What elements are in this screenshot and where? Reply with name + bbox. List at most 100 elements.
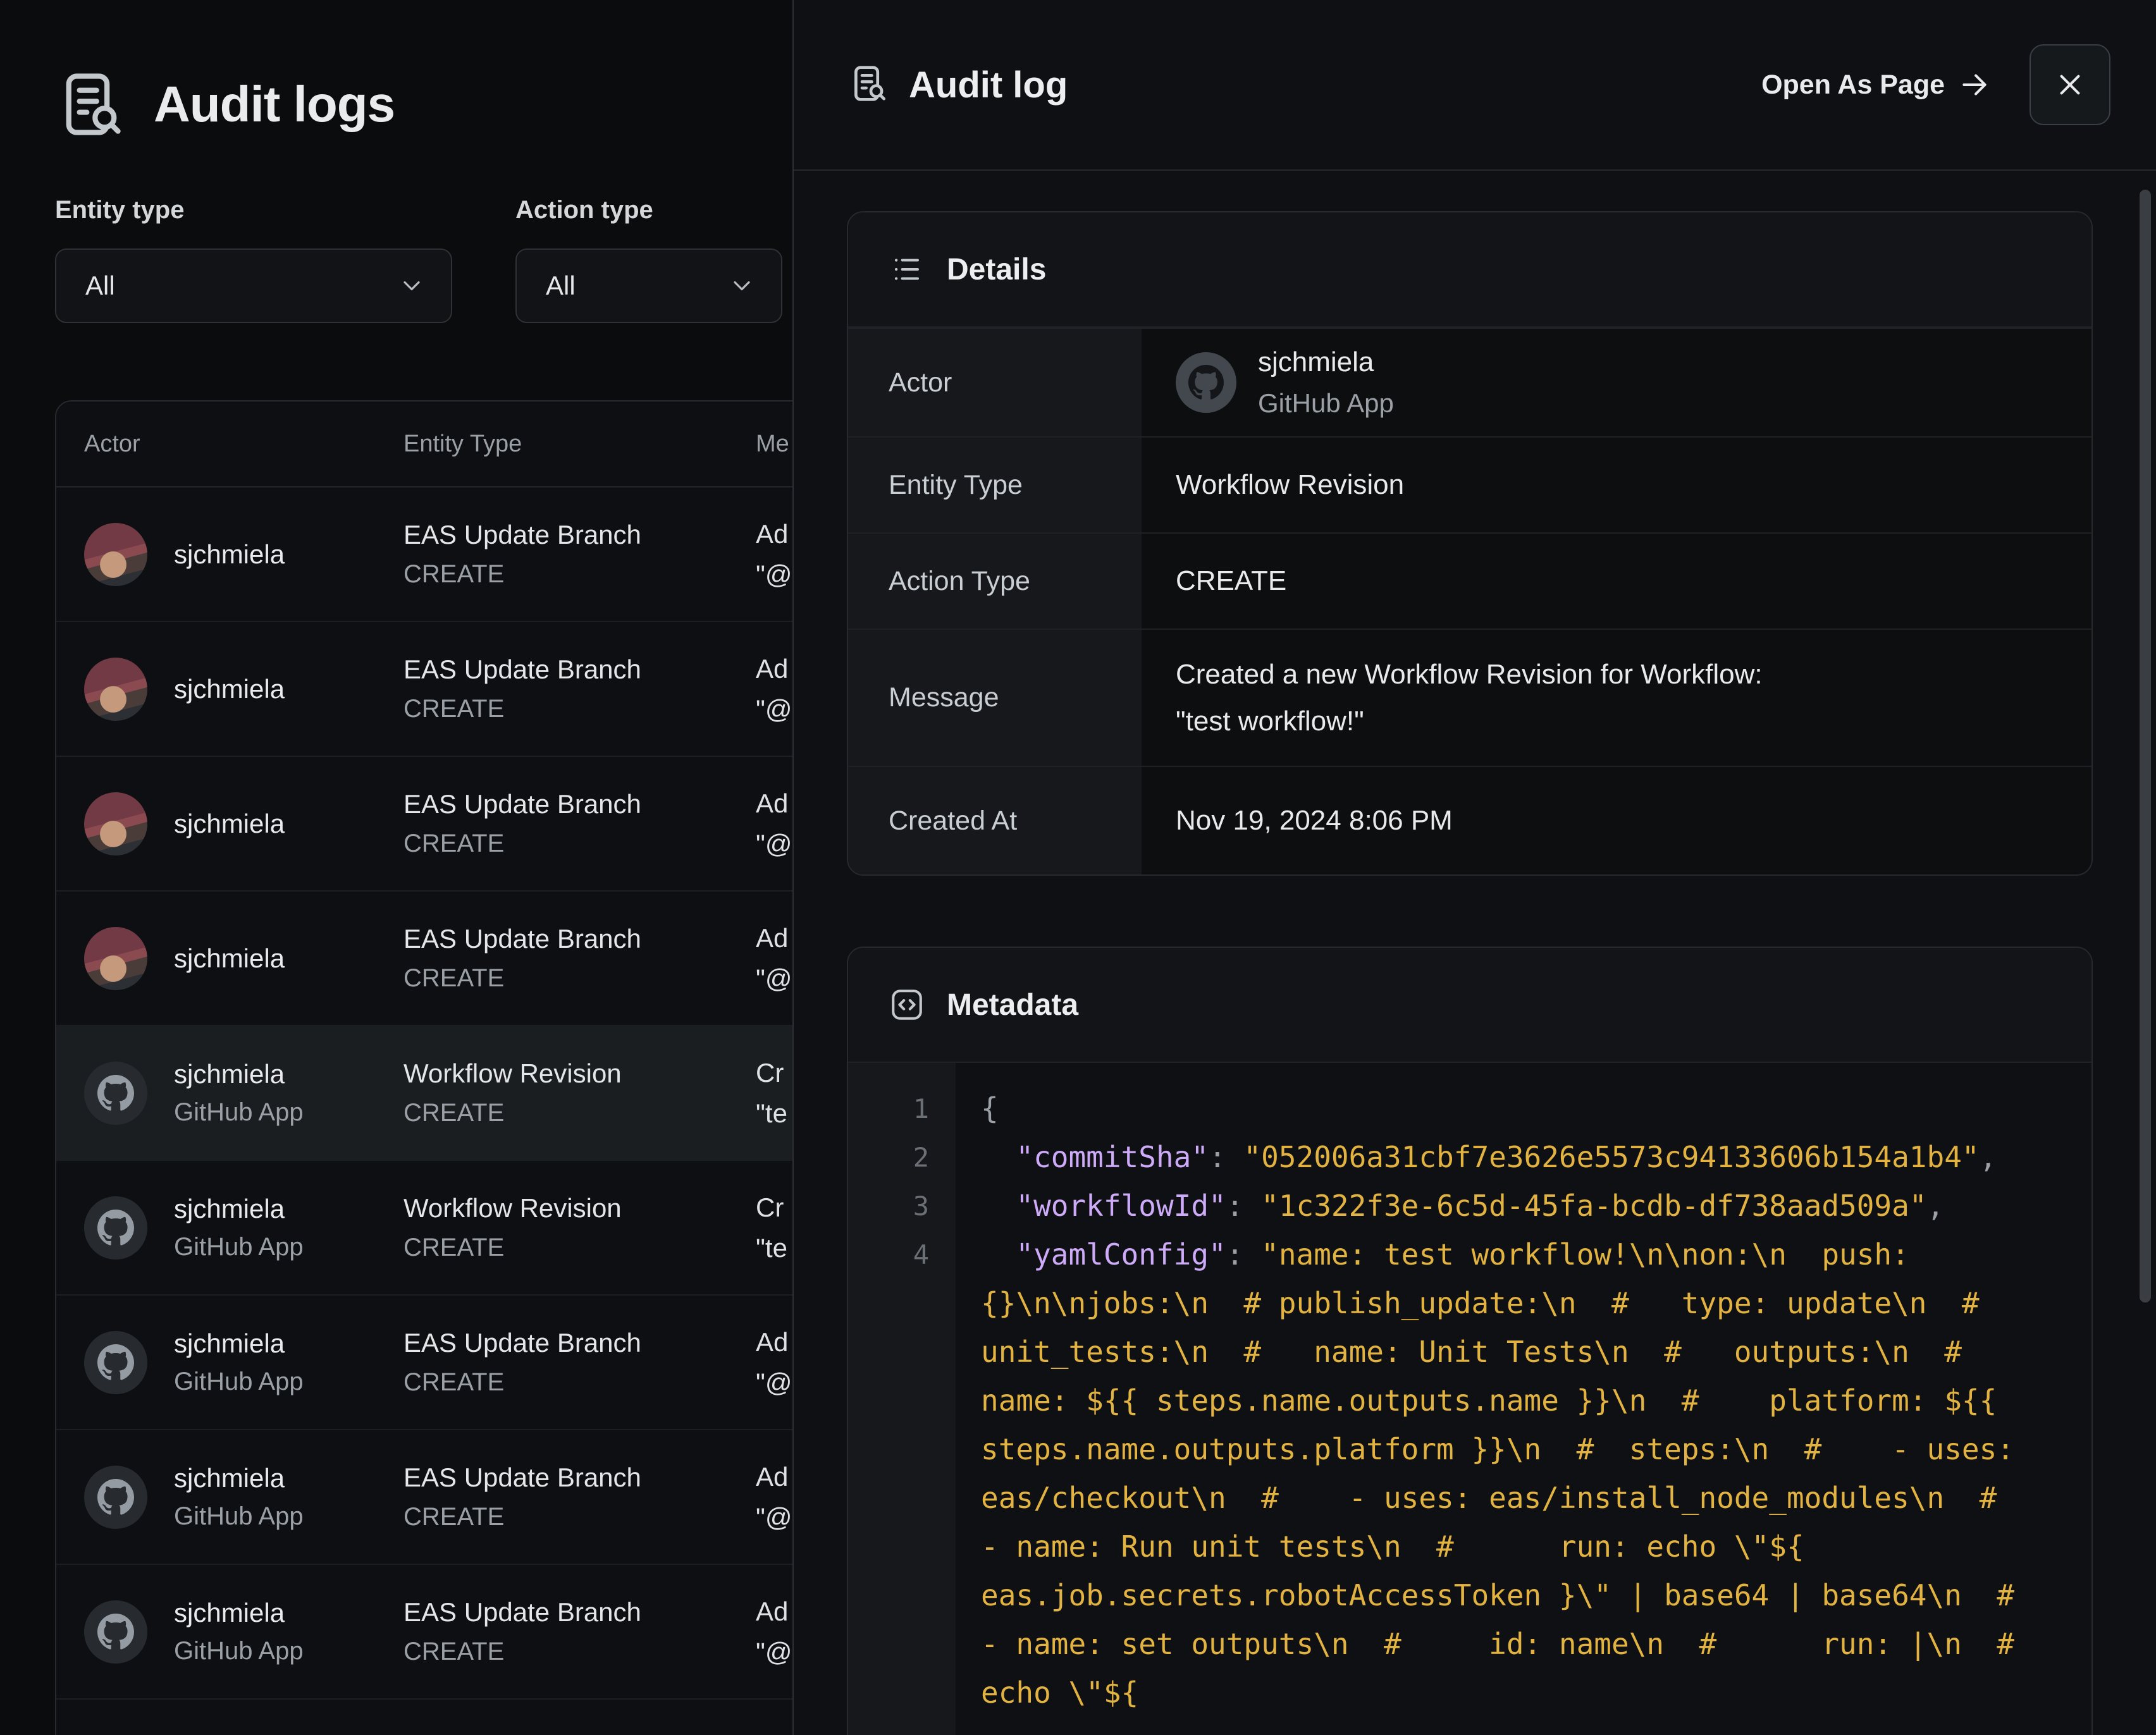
row-action-type: CREATE (403, 1099, 756, 1127)
row-action-type: CREATE (403, 964, 756, 993)
github-icon (97, 1210, 134, 1246)
detail-row-actor: Actor sjchmiela GitHub App (848, 328, 2091, 436)
details-heading: Details (947, 252, 1046, 287)
message-row-label: Message (848, 630, 1142, 766)
github-avatar (84, 1331, 147, 1394)
action-type-row-label: Action Type (848, 534, 1142, 628)
code-line-content: "workflowId": "1c322f3e-6c5d-45fa-bcdb-d… (956, 1182, 2091, 1230)
code-line-content: "yamlConfig": "name: test workflow!\n\no… (956, 1230, 2091, 1717)
row-actor-subtitle: GitHub App (174, 1368, 304, 1396)
github-icon (1188, 365, 1224, 400)
entity-type-filter: Entity type All (55, 196, 452, 323)
row-entity-type: EAS Update Branch (403, 924, 756, 954)
actor-subtitle: GitHub App (1258, 388, 1394, 419)
row-entity-type: Workflow Revision (403, 1058, 756, 1089)
message-row-value: Created a new Workflow Revision for Work… (1176, 651, 1763, 745)
row-actor-subtitle: GitHub App (174, 1637, 304, 1665)
user-photo-avatar (84, 927, 147, 990)
open-as-page-button[interactable]: Open As Page (1761, 69, 1990, 101)
audit-log-icon (848, 63, 890, 107)
row-action-type: CREATE (403, 560, 756, 589)
arrow-right-icon (1959, 69, 1990, 101)
audit-log-detail-panel: Audit log Open As Page Details (792, 0, 2156, 1735)
code-line: 2 "commitSha": "052006a31cbf7e3626e5573c… (848, 1133, 2091, 1182)
row-entity-type: EAS Update Branch (403, 1462, 756, 1493)
table-header-actor: Actor (84, 431, 403, 458)
table-header-entity-type: Entity Type (403, 431, 756, 458)
details-card: Details Actor sjchmiela GitHub App (847, 211, 2093, 876)
line-number: 1 (848, 1084, 956, 1133)
row-entity-type: EAS Update Branch (403, 520, 756, 550)
row-action-type: CREATE (403, 695, 756, 723)
row-entity-type: EAS Update Branch (403, 1328, 756, 1358)
code-line-content: { (956, 1084, 2091, 1133)
row-action-type: CREATE (403, 1368, 756, 1397)
row-action-type: CREATE (403, 1638, 756, 1666)
github-icon (97, 1075, 134, 1112)
line-number: 3 (848, 1182, 956, 1230)
metadata-card-header: Metadata (848, 948, 2091, 1063)
detail-row-action-type: Action Type CREATE (848, 532, 2091, 628)
row-entity-type: EAS Update Branch (403, 789, 756, 819)
entity-type-row-label: Entity Type (848, 438, 1142, 532)
action-type-label: Action type (515, 196, 782, 224)
code-line: 3 "workflowId": "1c322f3e-6c5d-45fa-bcdb… (848, 1182, 2091, 1230)
actor-name: sjchmiela (1258, 346, 1394, 378)
action-type-value: All (546, 271, 576, 301)
action-type-select[interactable]: All (515, 248, 782, 323)
row-actor-name: sjchmiela (174, 1194, 304, 1224)
panel-title: Audit log (909, 64, 1068, 106)
page-title: Audit logs (154, 75, 395, 133)
github-icon (97, 1479, 134, 1516)
audit-logs-icon (55, 68, 128, 141)
row-actor-name: sjchmiela (174, 943, 285, 974)
entity-type-value: All (85, 271, 115, 301)
row-entity-type: EAS Update Branch (403, 1597, 756, 1628)
row-actor-name: sjchmiela (174, 674, 285, 704)
row-entity-type: EAS Update Branch (403, 654, 756, 685)
metadata-card: Metadata 1{2 "commitSha": "052006a31cbf7… (847, 947, 2093, 1735)
close-button[interactable] (2030, 44, 2110, 125)
github-icon (97, 1614, 134, 1650)
metadata-heading: Metadata (947, 988, 1078, 1022)
row-action-type: CREATE (403, 1234, 756, 1262)
line-number: 4 (848, 1230, 956, 1717)
entity-type-select[interactable]: All (55, 248, 452, 323)
chevron-down-icon (398, 272, 426, 300)
code-line: 1{ (848, 1084, 2091, 1133)
metadata-code-block[interactable]: 1{2 "commitSha": "052006a31cbf7e3626e557… (848, 1063, 2091, 1735)
user-photo-avatar (84, 658, 147, 721)
chevron-down-icon (728, 272, 756, 300)
close-icon (2055, 70, 2085, 99)
panel-scrollbar[interactable] (2140, 190, 2151, 1303)
detail-row-entity-type: Entity Type Workflow Revision (848, 436, 2091, 532)
github-avatar (84, 1196, 147, 1260)
row-actor-name: sjchmiela (174, 539, 285, 570)
detail-row-message: Message Created a new Workflow Revision … (848, 628, 2091, 766)
code-icon (889, 986, 925, 1023)
row-entity-type: Workflow Revision (403, 1193, 756, 1223)
row-actor-name: sjchmiela (174, 1059, 304, 1089)
row-entity-type: Workflow Revision (403, 1732, 756, 1735)
panel-header: Audit log Open As Page (794, 0, 2156, 171)
row-actor-name: sjchmiela (174, 1598, 304, 1628)
row-actor-subtitle: GitHub App (174, 1098, 304, 1127)
code-line-content: "commitSha": "052006a31cbf7e3626e5573c94… (956, 1133, 2091, 1182)
action-type-row-value: CREATE (1142, 534, 2091, 628)
details-card-header: Details (848, 212, 2091, 328)
user-photo-avatar (84, 523, 147, 586)
row-actor-name: sjchmiela (174, 1463, 304, 1493)
detail-row-created-at: Created At Nov 19, 2024 8:06 PM (848, 766, 2091, 874)
row-action-type: CREATE (403, 830, 756, 858)
row-actor-subtitle: GitHub App (174, 1502, 304, 1531)
action-type-filter: Action type All (515, 196, 782, 323)
panel-body: Details Actor sjchmiela GitHub App (794, 171, 2156, 1735)
entity-type-label: Entity type (55, 196, 452, 224)
github-app-avatar (1176, 352, 1236, 413)
audit-logs-app: Audit logs Entity type All Action type A… (0, 0, 2156, 1735)
line-number: 2 (848, 1133, 956, 1182)
github-avatar (84, 1466, 147, 1529)
github-avatar (84, 1600, 147, 1664)
github-icon (97, 1344, 134, 1381)
open-as-page-label: Open As Page (1761, 70, 1945, 101)
